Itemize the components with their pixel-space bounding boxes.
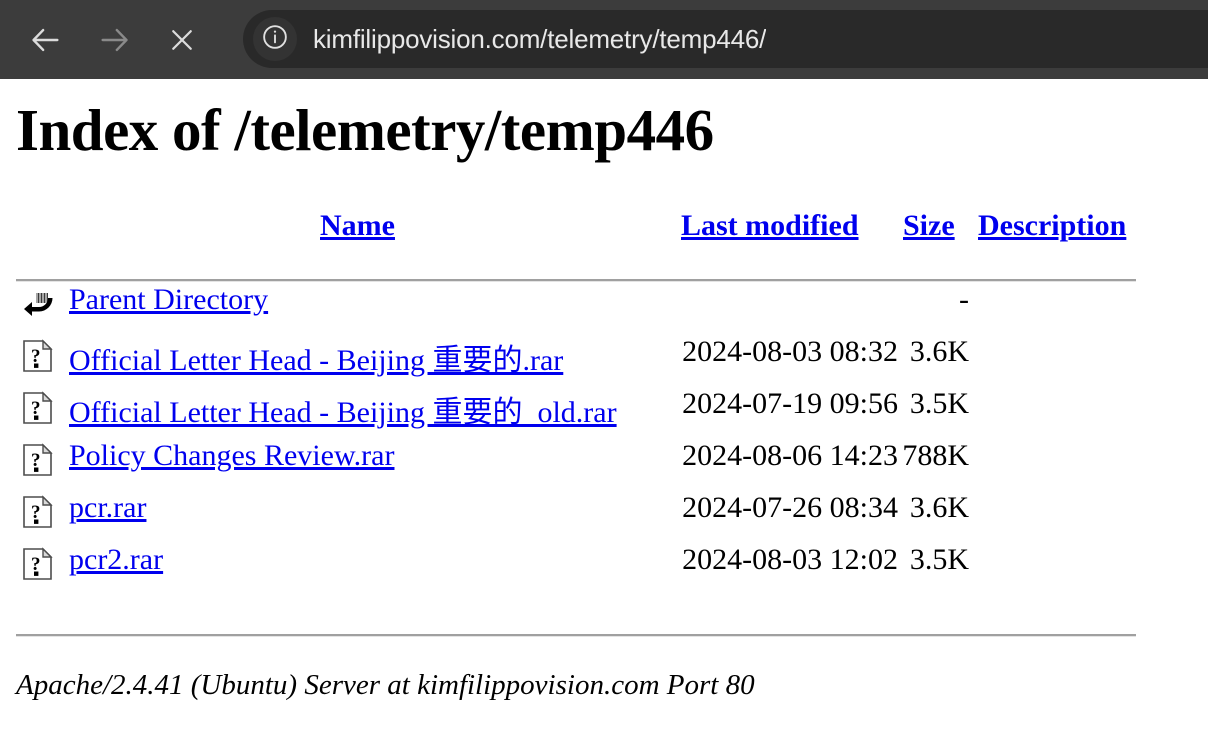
close-icon [167,25,197,55]
page-title: Index of /telemetry/temp446 [16,97,714,163]
server-signature: Apache/2.4.41 (Ubuntu) Server at kimfili… [16,669,755,701]
stop-button[interactable] [158,16,206,64]
table-row[interactable]: ? Policy Changes Review.rar 2024-08-06 1… [0,439,1208,491]
footer-divider [16,634,1136,636]
file-size: 3.6K [909,491,969,524]
browser-toolbar: kimfilippovision.com/telemetry/temp446/ [0,0,1208,79]
table-row[interactable]: ? Official Letter Head - Beijing 重要的.rar… [0,335,1208,387]
table-row[interactable]: Parent Directory - [0,283,1208,335]
column-header-name[interactable]: Name [320,209,395,243]
column-header-description[interactable]: Description [978,209,1126,243]
column-header-size[interactable]: Size [903,209,955,243]
directory-index-page: Index of /telemetry/temp446 Name Last mo… [0,79,1208,748]
address-bar[interactable]: kimfilippovision.com/telemetry/temp446/ [243,10,1208,68]
back-button[interactable] [22,16,70,64]
arrow-left-icon [29,23,63,57]
file-size: 788K [902,439,969,472]
file-size: 3.5K [909,543,969,576]
table-row[interactable]: ? pcr2.rar 2024-08-03 12:02 3.5K [0,543,1208,595]
arrow-right-icon [97,23,131,57]
table-row[interactable]: ? Official Letter Head - Beijing 重要的_old… [0,387,1208,439]
forward-button[interactable] [90,16,138,64]
column-header-last-modified[interactable]: Last modified [681,209,859,243]
table-row[interactable]: ? pcr.rar 2024-07-26 08:34 3.6K [0,491,1208,543]
table-header-row: Name Last modified Size Description [0,209,1208,255]
url-input[interactable]: kimfilippovision.com/telemetry/temp446/ [313,24,766,55]
file-size: - [959,283,969,316]
header-divider [16,279,1136,281]
file-size: 3.5K [909,387,969,420]
file-size: 3.6K [909,335,969,368]
site-info-button[interactable] [253,17,297,61]
info-circle-icon [261,23,289,56]
